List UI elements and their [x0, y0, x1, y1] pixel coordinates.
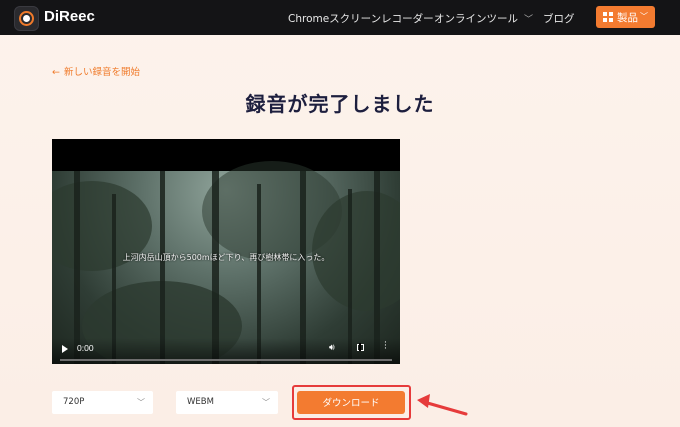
download-button[interactable]: ダウンロード	[297, 391, 405, 414]
current-time: 0:00	[77, 343, 94, 353]
top-header: DiReec Chromeスクリーンレコーダー オンラインツール ﹀ ブログ 製品…	[0, 0, 680, 35]
nav-chrome-recorder[interactable]: Chromeスクリーンレコーダー	[288, 11, 434, 26]
direec-logo-icon[interactable]	[14, 6, 39, 31]
video-subtitle: 上河内岳山頂から500mほど下り、再び樹林帯に入った。	[122, 253, 330, 262]
more-options-icon[interactable]: · · ·	[384, 339, 387, 354]
video-controls: 0:00 🔊︎ · · ·	[52, 338, 400, 364]
resolution-select[interactable]: 720P ﹀	[52, 391, 153, 414]
arrow-left-icon: ←	[52, 67, 60, 78]
nav-online-tools[interactable]: オンラインツール ﹀	[434, 11, 533, 26]
format-select[interactable]: WEBM ﹀	[176, 391, 278, 414]
chevron-down-icon: ﹀	[640, 12, 648, 21]
products-button[interactable]: 製品 ﹀	[596, 6, 655, 28]
chevron-down-icon: ﹀	[262, 398, 270, 407]
brand-name[interactable]: DiReec	[44, 8, 95, 25]
format-value: WEBM	[187, 397, 214, 407]
fullscreen-icon[interactable]	[357, 343, 364, 351]
nav-blog[interactable]: ブログ	[543, 11, 575, 26]
video-frame	[52, 161, 400, 364]
products-button-label: 製品	[617, 12, 638, 24]
new-recording-link[interactable]: ← 新しい録音を開始	[52, 64, 140, 78]
chevron-down-icon: ﹀	[137, 398, 145, 407]
progress-bar[interactable]	[60, 359, 392, 361]
grid-icon	[603, 12, 613, 22]
new-recording-label: 新しい録音を開始	[63, 67, 140, 78]
volume-icon[interactable]: 🔊︎	[329, 343, 335, 353]
page-title: 録音が完了しました	[245, 92, 435, 116]
resolution-value: 720P	[63, 397, 85, 407]
chevron-down-icon: ﹀	[524, 15, 534, 25]
nav-online-tools-label: オンラインツール	[434, 13, 518, 25]
video-player[interactable]: 上河内岳山頂から500mほど下り、再び樹林帯に入った。 0:00 🔊︎ · · ·	[52, 139, 400, 364]
play-icon[interactable]	[62, 345, 68, 353]
pointer-arrow-icon	[417, 394, 468, 416]
